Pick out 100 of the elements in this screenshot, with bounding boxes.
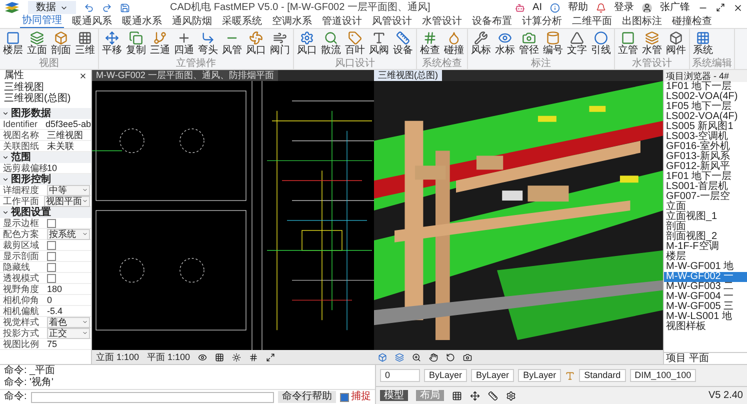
- view-tab[interactable]: 三维视图(总图): [374, 70, 442, 81]
- ribbon-button[interactable]: 管径: [518, 29, 540, 58]
- section-header[interactable]: 范围: [0, 152, 91, 163]
- ribbon-button[interactable]: 风阀: [368, 29, 390, 58]
- ribbon-button[interactable]: 风标: [470, 29, 492, 58]
- browser-item[interactable]: LS003-空调机: [664, 132, 747, 142]
- ribbon-tab[interactable]: 通风防烟: [170, 16, 214, 28]
- command-input[interactable]: [30, 392, 274, 402]
- browser-item[interactable]: 楼层: [664, 252, 747, 262]
- ribbon-button[interactable]: 散流: [320, 29, 342, 58]
- redo-icon[interactable]: [102, 2, 112, 12]
- browser-item[interactable]: LS002-VOA(4F): [664, 92, 747, 102]
- close-icon[interactable]: [733, 2, 743, 12]
- ruler-icon[interactable]: [488, 390, 498, 401]
- checkbox[interactable]: [47, 218, 56, 228]
- browser-item[interactable]: M-W-GF005 三: [664, 302, 747, 312]
- checkbox[interactable]: [47, 252, 56, 260]
- ribbon-button[interactable]: 系统: [692, 29, 714, 58]
- ribbon-tab[interactable]: 二维平面: [570, 16, 614, 28]
- property-dropdown[interactable]: 中等: [47, 184, 90, 196]
- ribbon-button[interactable]: 阀件: [665, 29, 687, 58]
- ribbon-tab[interactable]: 暖通风系: [70, 16, 114, 28]
- scale-dropdown[interactable]: 平面 1:100: [147, 351, 190, 363]
- ribbon-button[interactable]: 引线: [590, 29, 612, 58]
- ribbon-tab[interactable]: 空调水系: [270, 16, 314, 28]
- linetype-dropdown[interactable]: ByLayer: [471, 369, 514, 382]
- browser-item[interactable]: LS005 新风图1: [664, 122, 747, 132]
- ribbon-button[interactable]: 立面: [26, 29, 48, 58]
- property-dropdown[interactable]: 按系统: [47, 228, 90, 240]
- property-dropdown[interactable]: 视图平面: [44, 196, 90, 206]
- hand-icon[interactable]: [429, 352, 438, 362]
- browser-item[interactable]: GF012-新风平: [664, 162, 747, 172]
- grid-icon[interactable]: [215, 352, 224, 362]
- ribbon-button[interactable]: 剖面: [50, 29, 72, 58]
- browser-item[interactable]: 立面: [664, 202, 747, 212]
- ribbon-tab[interactable]: 管道设计: [320, 16, 364, 28]
- grid-icon[interactable]: [452, 390, 462, 401]
- browser-item[interactable]: GF016-室外机: [664, 142, 747, 152]
- browser-item[interactable]: M-W-GF003 二: [664, 282, 747, 292]
- browser-item[interactable]: GF007-一层空: [664, 192, 747, 202]
- ribbon-button[interactable]: 立管: [617, 29, 639, 58]
- dim-style-dropdown[interactable]: DIM_100_100: [630, 369, 696, 382]
- ribbon-button[interactable]: 文字: [566, 29, 588, 58]
- sun-icon[interactable]: [232, 352, 242, 362]
- browser-item[interactable]: LS002-VOA(4F): [664, 112, 747, 122]
- layer-dropdown[interactable]: 0: [380, 369, 420, 382]
- browser-item[interactable]: LS001-首层机: [664, 182, 747, 192]
- browser-item[interactable]: 视图样板: [664, 322, 747, 332]
- ribbon-tab[interactable]: 风管设计: [370, 16, 414, 28]
- browser-footer-tab[interactable]: 项目 平面: [664, 352, 747, 364]
- ribbon-tab[interactable]: 采暖系统: [220, 16, 264, 28]
- property-dropdown[interactable]: 着色: [47, 316, 90, 328]
- undo-icon[interactable]: [84, 2, 94, 12]
- ribbon-tab[interactable]: 暖通水系: [120, 16, 164, 28]
- browser-item[interactable]: M-1F-F空调: [664, 242, 747, 252]
- ribbon-button[interactable]: 阀门: [269, 29, 291, 58]
- help-link[interactable]: 帮助: [568, 0, 588, 15]
- box-icon[interactable]: [378, 352, 387, 362]
- ribbon-button[interactable]: 复制: [125, 29, 147, 58]
- camera-icon[interactable]: [463, 352, 472, 362]
- ribbon-button[interactable]: 三通: [149, 29, 171, 58]
- ribbon-button[interactable]: 碰撞: [443, 29, 465, 58]
- ribbon-button[interactable]: 三维: [74, 29, 96, 58]
- hash-icon[interactable]: [249, 352, 258, 362]
- browser-item[interactable]: M-W-LS001 地: [664, 312, 747, 322]
- ai-button[interactable]: AI: [532, 0, 542, 15]
- browser-item[interactable]: 1F05 地下一层: [664, 102, 747, 112]
- ribbon-button[interactable]: 弯头: [197, 29, 219, 58]
- expand-icon[interactable]: [266, 352, 276, 362]
- ribbon-button[interactable]: 水管: [641, 29, 663, 58]
- rotate-icon[interactable]: [446, 352, 455, 362]
- browser-item[interactable]: 剖面视图_2: [664, 232, 747, 242]
- browser-item[interactable]: 立面视图_1: [664, 212, 747, 222]
- section-header[interactable]: 图形控制: [0, 174, 91, 185]
- save-icon[interactable]: [120, 2, 130, 12]
- eye-icon[interactable]: [198, 352, 208, 362]
- ribbon-button[interactable]: 四通: [173, 29, 195, 58]
- browser-item[interactable]: M-W-GF001 地: [664, 262, 747, 272]
- section-header[interactable]: 视图设置: [0, 207, 91, 218]
- ribbon-button[interactable]: 风口: [245, 29, 267, 58]
- view-tab[interactable]: M-W-GF002 一层平面图、通风、防排烟平面: [92, 70, 278, 81]
- browser-item[interactable]: 1F01 地下一层: [664, 82, 747, 92]
- ribbon-tab[interactable]: 水管设计: [420, 16, 464, 28]
- property-dropdown[interactable]: 正交: [47, 328, 90, 338]
- close-icon[interactable]: [79, 72, 87, 80]
- app-menu-dropdown[interactable]: 数据: [28, 1, 76, 14]
- checkbox[interactable]: [340, 392, 349, 402]
- ribbon-tab[interactable]: 出图标注: [620, 16, 664, 28]
- command-help-button[interactable]: 命令行帮助: [278, 391, 336, 403]
- ribbon-button[interactable]: 楼层: [2, 29, 24, 58]
- model-tab[interactable]: 模型: [380, 390, 408, 402]
- login-link[interactable]: 登录: [614, 0, 634, 15]
- browser-item[interactable]: M-W-GF002 一: [664, 272, 747, 282]
- checkbox[interactable]: [47, 240, 56, 250]
- color-dropdown[interactable]: ByLayer: [424, 369, 468, 382]
- browser-item[interactable]: M-W-GF004 一: [664, 292, 747, 302]
- scale-dropdown[interactable]: 立面 1:100: [96, 351, 140, 363]
- ribbon-button[interactable]: 百叶: [344, 29, 366, 58]
- layers-icon[interactable]: [395, 352, 404, 362]
- ribbon-tab[interactable]: 碰撞检查: [670, 16, 714, 28]
